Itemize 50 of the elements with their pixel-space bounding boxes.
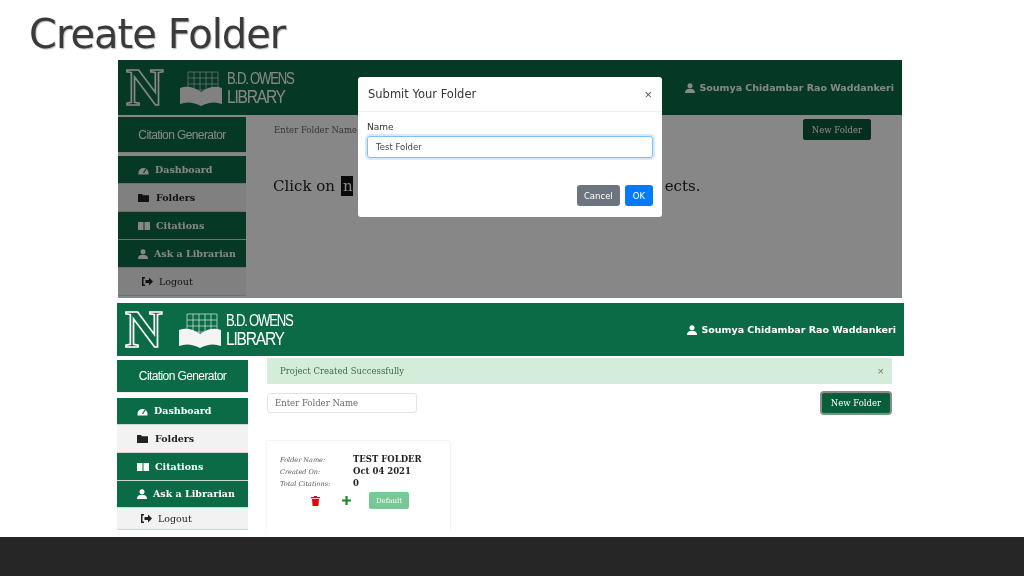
sidebar-item[interactable]: Dashboard: [118, 156, 246, 184]
library-name: B.D. OWENS: [226, 69, 293, 87]
sidebar-title: Citation Generator: [118, 117, 246, 153]
new-folder-button[interactable]: New Folder: [802, 119, 871, 140]
close-button[interactable]: ×: [877, 365, 884, 377]
field-label: Name: [367, 122, 395, 132]
logo: N: [126, 63, 164, 112]
library-name: LIBRARY: [225, 328, 285, 348]
field-value: 0: [353, 478, 360, 488]
folder-icon: [137, 434, 149, 444]
close-button[interactable]: ×: [644, 86, 652, 102]
cancel-button[interactable]: Cancel: [576, 185, 620, 206]
user-menu[interactable]: Soumya Chidambar Rao Waddankeri: [687, 324, 896, 335]
library-name: B.D. OWENS: [225, 311, 292, 329]
logout-icon: [142, 277, 153, 286]
sidebar-item[interactable]: Ask a Librarian: [118, 240, 246, 268]
field-value: Oct 04 2021: [353, 466, 412, 476]
folder-name-field[interactable]: Enter Folder Name: [267, 393, 417, 413]
trash-icon[interactable]: [311, 495, 320, 506]
book-icon: [138, 221, 150, 230]
alert-message: Project Created Successfully: [280, 366, 405, 376]
sidebar-item[interactable]: Citations: [117, 452, 248, 481]
user-menu[interactable]: Soumya Chidambar Rao Waddankeri: [685, 82, 894, 93]
sidebar-item[interactable]: Folders: [117, 425, 248, 453]
logout-icon: [141, 514, 152, 524]
sidebar-item[interactable]: Citations: [118, 212, 246, 240]
logo: N: [125, 305, 163, 354]
new-folder-button[interactable]: New Folder: [821, 393, 890, 413]
sidebar-item[interactable]: Dashboard: [117, 397, 248, 426]
sidebar-item[interactable]: Folders: [118, 184, 246, 212]
sidebar-item[interactable]: Logout: [118, 268, 246, 296]
name-field[interactable]: Test Folder: [367, 136, 653, 158]
library-name: LIBRARY: [226, 86, 286, 106]
user-icon: [138, 248, 148, 259]
user-icon: [685, 82, 696, 93]
modal-title: Submit Your Folder: [368, 87, 477, 101]
highlighted-text: n: [341, 176, 353, 196]
slide-title: Create Folder: [28, 10, 288, 58]
instruction-text: ects.: [664, 177, 701, 195]
sidebar-item[interactable]: Logout: [117, 508, 248, 530]
plus-icon[interactable]: [342, 496, 351, 505]
book-icon: [137, 461, 149, 471]
ok-button[interactable]: OK: [624, 185, 653, 206]
user-icon: [687, 324, 698, 335]
folder-icon: [138, 193, 150, 202]
sidebar-item[interactable]: Ask a Librarian: [117, 480, 248, 509]
sidebar-title: Citation Generator: [117, 360, 248, 393]
instruction-text: Click on: [273, 177, 336, 195]
user-icon: [137, 488, 147, 499]
field-value: TEST FOLDER: [353, 454, 423, 464]
